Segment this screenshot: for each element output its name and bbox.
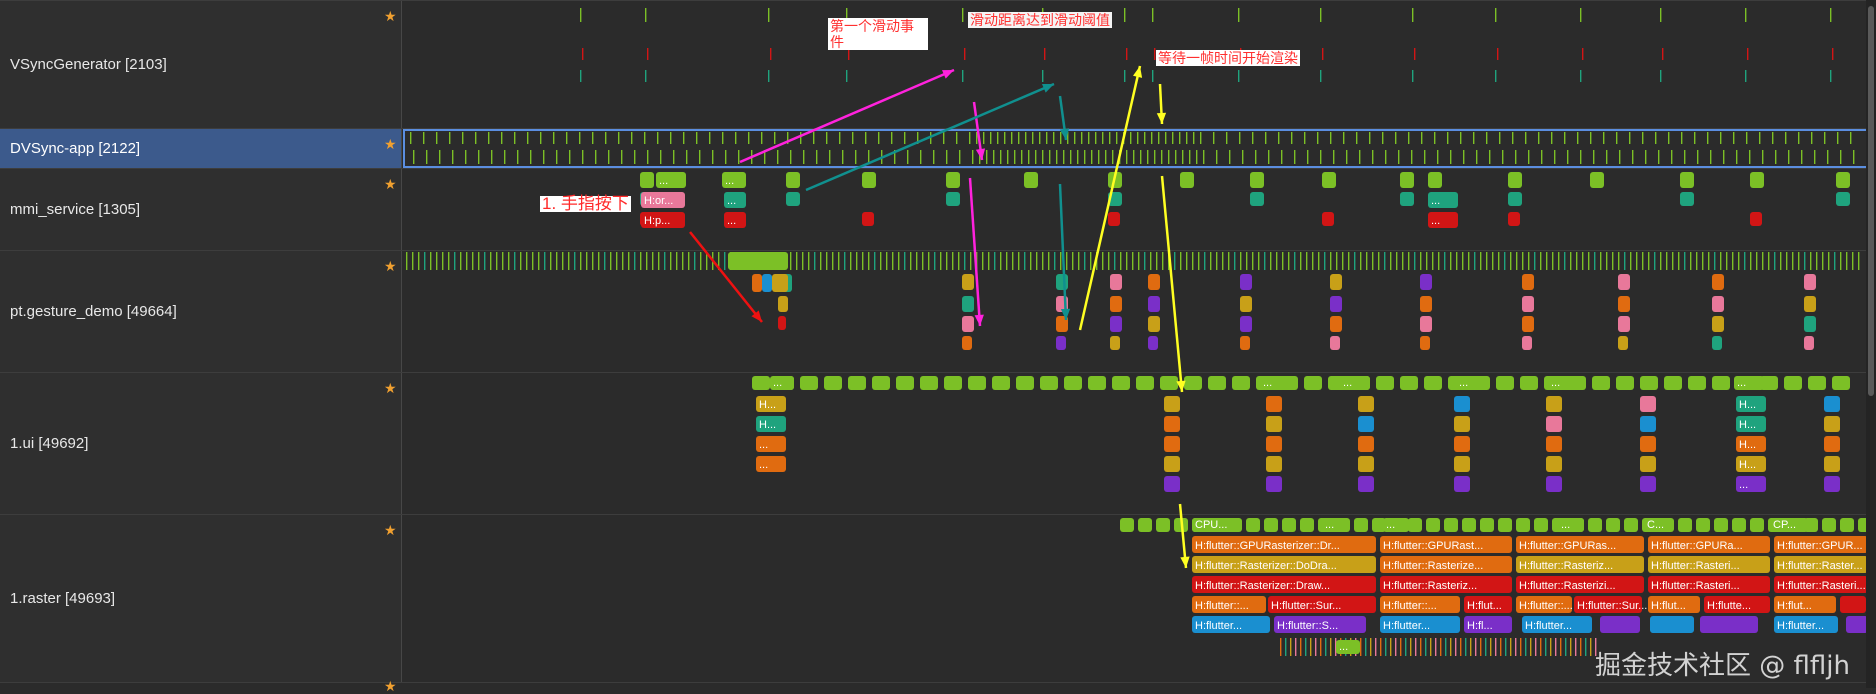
annotation-first-scroll-event: 第一个滑动事件 <box>828 18 928 50</box>
lane-gesture-demo[interactable]: pt.gesture_demo [49664] ★ <box>0 250 1876 372</box>
lane-label: VSyncGenerator [2103] <box>0 1 402 128</box>
watermark: 掘金技术社区 @ flfljh <box>1595 651 1850 681</box>
vertical-scrollbar[interactable] <box>1866 0 1876 688</box>
lane-track[interactable] <box>403 129 1876 168</box>
star-icon[interactable]: ★ <box>384 523 397 537</box>
lane-track[interactable] <box>403 1 1876 128</box>
lane-next[interactable]: ★ <box>0 679 1876 693</box>
lane-title: mmi_service [1305] <box>10 201 141 218</box>
lane-title: 1.ui [49692] <box>10 435 89 452</box>
star-icon[interactable]: ★ <box>384 9 397 23</box>
lane-label: 1.raster [49693] <box>0 515 402 682</box>
lane-mmi-service[interactable]: mmi_service [1305] ★ <box>0 168 1876 250</box>
lane-track[interactable] <box>403 251 1876 372</box>
lane-title: DVSync-app [2122] <box>10 140 141 157</box>
star-icon[interactable]: ★ <box>384 177 397 191</box>
annotation-scroll-threshold: 滑动距离达到滑动阈值 <box>968 12 1112 28</box>
star-icon[interactable]: ★ <box>384 679 397 693</box>
lane-label: DVSync-app [2122] <box>0 129 402 168</box>
lane-dvsync-app[interactable]: DVSync-app [2122] ★ <box>0 128 1876 168</box>
lane-title: 1.raster [49693] <box>10 590 116 607</box>
lane-ui-thread[interactable]: 1.ui [49692] ★ <box>0 372 1876 514</box>
star-icon[interactable]: ★ <box>384 137 397 151</box>
lane-track[interactable] <box>403 373 1876 514</box>
scrollbar-thumb[interactable] <box>1868 6 1874 396</box>
lane-label: mmi_service [1305] <box>0 169 402 250</box>
star-icon[interactable]: ★ <box>384 381 397 395</box>
trace-lanes: VSyncGenerator [2103] ★ DVSync-app [2122… <box>0 0 1876 693</box>
annotation-finger-down: 1. 手指按下 <box>540 194 631 213</box>
lane-vsync-generator[interactable]: VSyncGenerator [2103] ★ <box>0 0 1876 128</box>
annotation-wait-frame: 等待一帧时间开始渲染 <box>1156 50 1300 66</box>
lane-label: pt.gesture_demo [49664] <box>0 251 402 372</box>
star-icon[interactable]: ★ <box>384 259 397 273</box>
lane-label: 1.ui [49692] <box>0 373 402 514</box>
lane-title: VSyncGenerator [2103] <box>10 56 167 73</box>
lane-title: pt.gesture_demo [49664] <box>10 303 177 320</box>
